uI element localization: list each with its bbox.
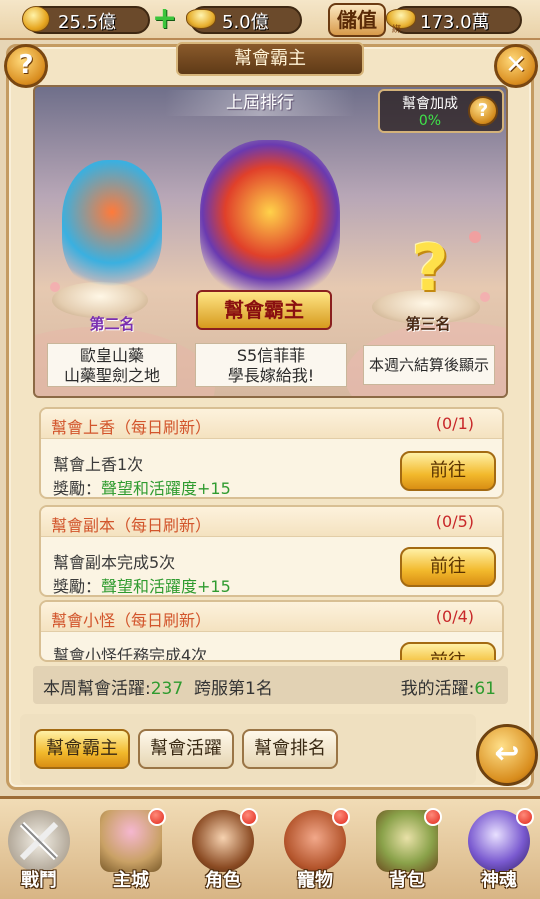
ingot-icon (186, 9, 216, 29)
help-button[interactable]: ? (4, 44, 48, 88)
bottom-nav (0, 796, 540, 899)
weekly-activity-label: 本周幫會活躍: (43, 679, 151, 699)
guild-bonus-box: 幫會加成 0% ? (378, 89, 504, 133)
store-button[interactable]: 儲值 (328, 3, 386, 37)
task-card-monster: 幫會小怪（每日刷新） (0/4) 幫會小怪任務完成4次 前往 (39, 600, 504, 662)
task-header: 幫會副本（每日刷新） (0/5) (41, 507, 502, 537)
nav-soul[interactable]: 神魂 (460, 806, 538, 894)
tab-guild-activity[interactable]: 幫會活躍 (138, 729, 234, 769)
tab-guild-overlord[interactable]: 幫會霸主 (34, 729, 130, 769)
my-activity-value: 61 (474, 679, 496, 699)
task-title: 幫會副本（每日刷新） (51, 516, 212, 535)
nav-backpack[interactable]: 背包 (368, 806, 446, 894)
my-activity: 我的活躍:61 (401, 674, 496, 699)
currency-bar: 25.5億 + 5.0億 儲值 綁 173.0萬 (0, 0, 540, 40)
notification-dot (240, 808, 258, 826)
task-reward: 獎勵：聲望和活躍度+15 (53, 475, 231, 498)
second-place-hero[interactable] (62, 160, 162, 290)
nav-battle[interactable]: 戰鬥 (0, 806, 78, 894)
task-card-dungeon: 幫會副本（每日刷新） (0/5) 幫會副本完成5次 獎勵：聲望和活躍度+15 前… (39, 505, 504, 597)
my-activity-label: 我的活躍: (400, 679, 475, 699)
nav-label: 神魂 (481, 870, 517, 891)
bonus-value: 0% (418, 113, 442, 129)
task-header: 幫會上香（每日刷新） (0/1) (41, 409, 502, 439)
go-button-monster[interactable]: 前往 (400, 642, 496, 660)
third-place-card: 本週六結算後顯示 (363, 345, 495, 385)
task-title: 幫會小怪（每日刷新） (51, 611, 212, 630)
first-place-card: S5信菲菲 學長嫁給我! (195, 343, 347, 387)
nav-main-city[interactable]: 主城 (92, 806, 170, 894)
notification-dot (424, 808, 442, 826)
last-ranking-label: 上屆排行 (165, 90, 355, 116)
task-description: 幫會小怪任務完成4次 (53, 646, 208, 662)
second-place-card: 歐皇山藥 山藥聖劍之地 (47, 343, 177, 387)
task-title: 幫會上香（每日刷新） (51, 418, 212, 437)
task-progress: (0/1) (435, 414, 474, 433)
task-header: 幫會小怪（每日刷新） (0/4) (41, 602, 502, 632)
go-button-incense[interactable]: 前往 (400, 451, 496, 491)
first-place-name: S5信菲菲 (236, 346, 306, 365)
reward-prefix: 獎勵： (53, 577, 102, 596)
activity-bar: 本周幫會活躍:237 跨服第1名 我的活躍:61 (33, 666, 508, 704)
weekly-activity-value: 237 (150, 679, 184, 699)
coins-value: 25.5億 (58, 12, 117, 33)
second-place-name: 歐皇山藥 (79, 346, 144, 365)
bonus-label: 幫會加成 (402, 96, 458, 112)
task-description: 幫會副本完成5次 (53, 553, 176, 572)
ingots-value: 5.0億 (222, 12, 269, 33)
close-button[interactable]: ✕ (494, 44, 538, 88)
second-place-tag: 第二名 (89, 315, 135, 333)
crossed-swords-icon (8, 810, 70, 872)
first-place-guild: 學長嫁給我! (227, 366, 315, 385)
task-progress: (0/4) (435, 607, 474, 626)
weekly-activity: 本周幫會活躍:237 跨服第1名 (43, 674, 273, 699)
panel-title: 幫會霸主 (176, 42, 364, 76)
task-description: 幫會上香1次 (53, 455, 144, 474)
add-currency-button[interactable]: + (152, 4, 177, 34)
server-rank: 跨服第1名 (194, 679, 273, 699)
task-progress: (0/5) (435, 512, 474, 531)
bound-tag: 綁 (392, 25, 402, 35)
first-place-hero[interactable] (200, 140, 340, 300)
nav-pet[interactable]: 寵物 (276, 806, 354, 894)
notification-dot (516, 808, 534, 826)
notification-dot (148, 808, 166, 826)
nav-label: 背包 (389, 870, 425, 891)
task-card-incense: 幫會上香（每日刷新） (0/1) 幫會上香1次 獎勵：聲望和活躍度+15 前往 (39, 407, 504, 499)
bonus-help-button[interactable]: ? (468, 96, 498, 126)
tab-guild-ranking[interactable]: 幫會排名 (242, 729, 338, 769)
go-button-dungeon[interactable]: 前往 (400, 547, 496, 587)
nav-label: 角色 (205, 870, 241, 891)
reward-prefix: 獎勵： (53, 479, 102, 498)
reward-value: 聲望和活躍度+15 (101, 577, 231, 596)
unknown-third-icon: ? (411, 232, 449, 306)
third-place-tag: 第三名 (405, 315, 451, 333)
nav-label: 戰鬥 (21, 870, 57, 891)
nav-character[interactable]: 角色 (184, 806, 262, 894)
back-button[interactable]: ↩ (476, 724, 538, 786)
second-place-guild: 山藥聖劍之地 (63, 366, 160, 385)
nav-label: 主城 (113, 870, 149, 891)
champion-plaque: 幫會霸主 (196, 290, 332, 330)
reward-value: 聲望和活躍度+15 (101, 479, 231, 498)
notification-dot (332, 808, 350, 826)
bound-ingots-value: 173.0萬 (420, 12, 490, 33)
task-reward: 獎勵：聲望和活躍度+15 (53, 573, 231, 596)
nav-label: 寵物 (297, 870, 333, 891)
crossed-swords-glyph (19, 821, 59, 861)
coins-icon (22, 6, 50, 32)
